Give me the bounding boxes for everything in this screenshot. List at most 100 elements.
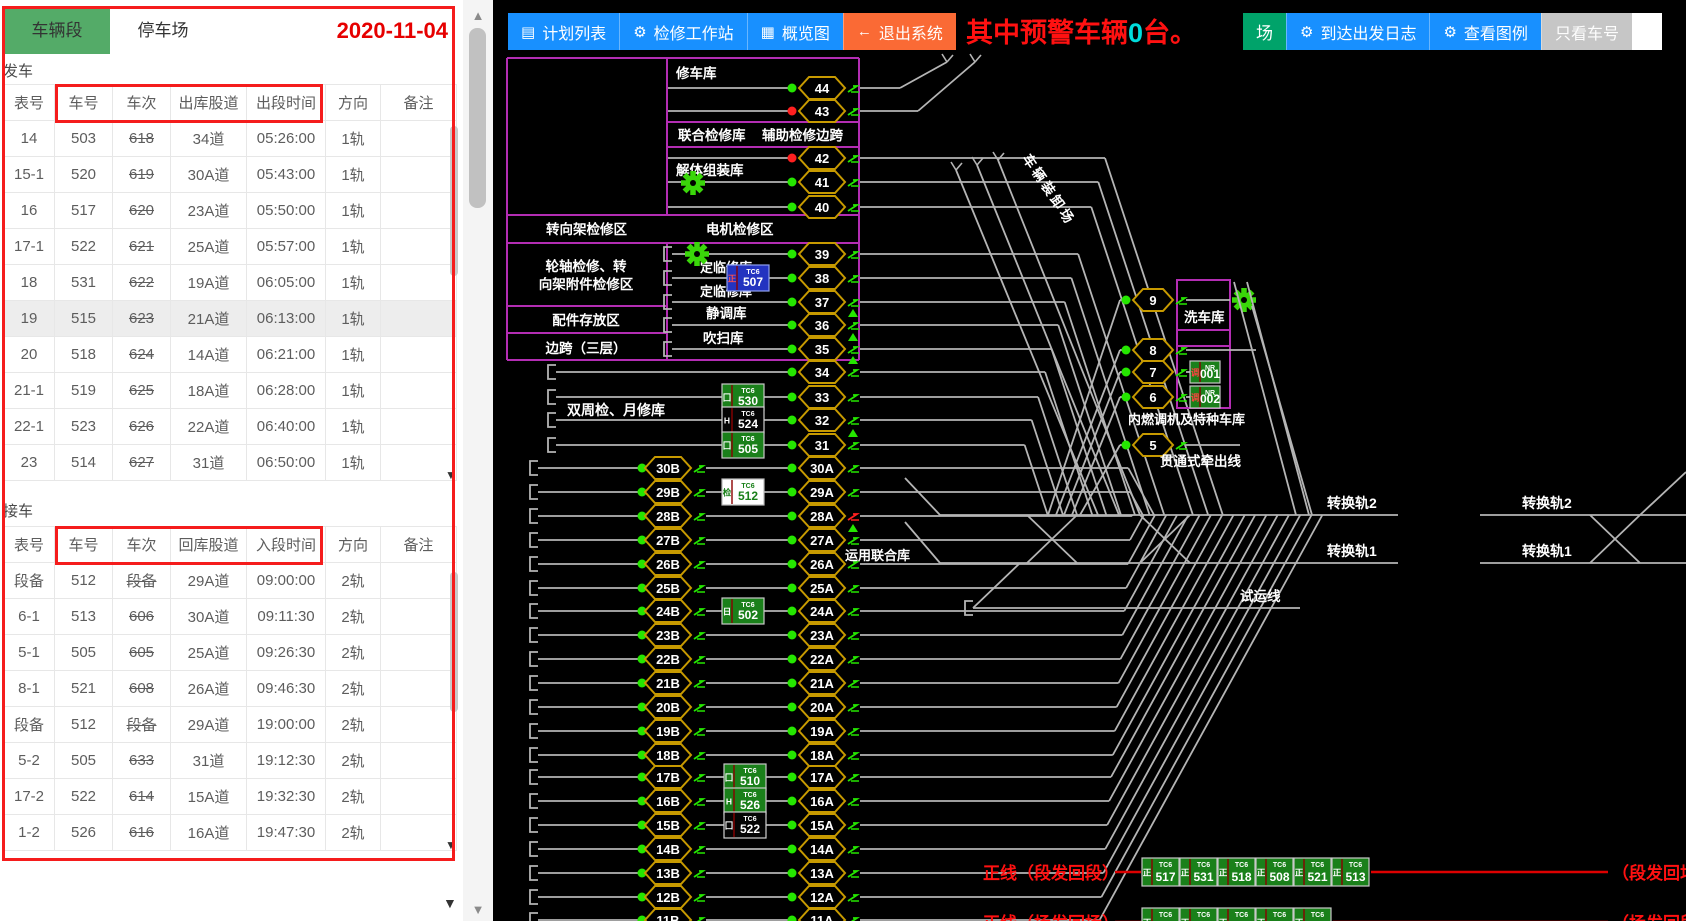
- diagram-label: 轮轴检修、转: [546, 258, 627, 274]
- train-id-521: 521: [1307, 870, 1327, 884]
- table-row[interactable]: 1450361834道05:26:001轨: [4, 121, 457, 157]
- train-id-002: 002: [1200, 392, 1220, 406]
- tab-parking-lot[interactable]: 停车场: [110, 8, 216, 54]
- train-id-518: 518: [1231, 870, 1251, 884]
- exit-system-button[interactable]: ← 退出系统: [843, 13, 956, 50]
- table-row[interactable]: 2051862414A道06:21:001轨: [4, 337, 457, 373]
- table-row[interactable]: 22-152362622A道06:40:001轨: [4, 409, 457, 445]
- table-row[interactable]: 5-250563331道19:12:302轨: [4, 743, 457, 779]
- route-arrow-icon: [848, 180, 857, 186]
- route-arrow-icon: [848, 395, 857, 401]
- scroll-down-icon[interactable]: ▼: [463, 902, 493, 917]
- track-line: [977, 165, 1119, 515]
- yard-button[interactable]: 场: [1243, 13, 1286, 50]
- gear-icon: ⚙: [633, 23, 646, 41]
- table-row[interactable]: 2351462731道06:50:001轨: [4, 445, 457, 481]
- train-id-508: 508: [1269, 870, 1289, 884]
- scroll-up-icon[interactable]: ▲: [463, 8, 493, 23]
- scrollbar-thumb[interactable]: [469, 28, 486, 208]
- green-signal-dot: [788, 655, 797, 664]
- green-signal-dot: [788, 821, 797, 830]
- track-number-12A: 12A: [810, 890, 834, 905]
- train-badge-正: 正: [728, 274, 737, 284]
- track-number-25B: 25B: [656, 581, 680, 596]
- table-row[interactable]: 5-150560525A道09:26:302轨: [4, 635, 457, 671]
- toolbar-right-group: 场 ⚙ 到达出发日志 ⚙ 查看图例 只看车号: [1243, 13, 1662, 50]
- table-row[interactable]: 段备512段备29A道09:00:002轨: [4, 563, 457, 599]
- overview-map-button[interactable]: ▦ 概览图: [747, 13, 843, 50]
- route-arrow-icon: [848, 205, 857, 211]
- only-train-number-indicator[interactable]: [1632, 13, 1662, 50]
- table-row[interactable]: 段备512段备29A道19:00:002轨: [4, 707, 457, 743]
- table-row[interactable]: 17-252261415A道19:32:302轨: [4, 779, 457, 815]
- panel-scroll-down-icon[interactable]: ▼: [443, 895, 457, 911]
- buffer-stop: [530, 652, 538, 666]
- table-row[interactable]: 1651762023A道05:50:001轨: [4, 193, 457, 229]
- table-row[interactable]: 8-152160826A道09:46:302轨: [4, 671, 457, 707]
- vertical-scrollbar[interactable]: ▲ ▼: [463, 0, 493, 921]
- depart-scroll-down-icon[interactable]: ▼: [445, 468, 457, 482]
- buffer-stop: [530, 533, 538, 547]
- route-arrow-icon: [848, 538, 857, 544]
- col-header: 备注: [381, 85, 457, 121]
- green-signal-dot: [788, 845, 797, 854]
- table-row[interactable]: 1853162219A道06:05:001轨: [4, 265, 457, 301]
- track-number-20B: 20B: [656, 700, 680, 715]
- diagram-label: 修车库: [675, 65, 717, 81]
- col-header: 出段时间: [247, 85, 326, 121]
- buffer-stop: [530, 748, 538, 762]
- buffer-stop: [548, 413, 556, 427]
- train-badge-囗: 囗: [723, 393, 732, 403]
- col-header: 车号: [55, 527, 113, 563]
- view-legend-button[interactable]: ⚙ 查看图例: [1429, 13, 1540, 50]
- route-arrow-icon: [848, 847, 857, 853]
- green-signal-dot: [788, 893, 797, 902]
- fork-end: [947, 55, 953, 62]
- route-arrow-icon: [848, 895, 857, 901]
- arrive-scroll-down-icon[interactable]: ▼: [445, 838, 457, 852]
- only-train-number-button[interactable]: 只看车号: [1541, 13, 1632, 50]
- track-number-9: 9: [1149, 293, 1156, 308]
- train-badge-调: 调: [1191, 393, 1200, 403]
- table-row[interactable]: 21-151962518A道06:28:001轨: [4, 373, 457, 409]
- train-id-524: 524: [738, 417, 758, 431]
- table-row[interactable]: 1-252661616A道19:47:302轨: [4, 815, 457, 851]
- table-row[interactable]: 6-151360630A道09:11:302轨: [4, 599, 457, 635]
- buffer-stop: [530, 461, 538, 475]
- green-signal-dot: [788, 773, 797, 782]
- depart-scrollbar-thumb[interactable]: [450, 126, 458, 276]
- plan-list-button[interactable]: ▤ 计划列表: [508, 13, 619, 50]
- track-number-30B: 30B: [656, 461, 680, 476]
- table-row[interactable]: 1951562321A道06:13:001轨: [4, 301, 457, 337]
- green-signal-dot: [1122, 441, 1131, 450]
- green-signal-dot: [788, 679, 797, 688]
- route-arrow-icon: [694, 514, 703, 520]
- table-row[interactable]: 15-152061930A道05:43:001轨: [4, 157, 457, 193]
- track-number-33: 33: [815, 390, 829, 405]
- track-line: [1101, 515, 1311, 897]
- track-number-38: 38: [815, 271, 829, 286]
- route-arrow-icon: [848, 609, 857, 615]
- route-arrow-icon: [694, 609, 703, 615]
- track-line: [918, 62, 975, 111]
- green-signal-dot: [788, 393, 797, 402]
- col-header: 方向: [326, 527, 381, 563]
- maintenance-workstation-button[interactable]: ⚙ 检修工作站: [619, 13, 746, 50]
- arrival-departure-log-button[interactable]: ⚙ 到达出发日志: [1286, 13, 1429, 50]
- route-arrow-icon: [694, 490, 703, 496]
- tab-depot[interactable]: 车辆段: [4, 8, 110, 54]
- track-number-12B: 12B: [656, 890, 680, 905]
- track-number-11A: 11A: [810, 913, 834, 921]
- buffer-stop: [965, 601, 973, 615]
- train-badge-正: 正: [1257, 918, 1266, 921]
- route-arrow-icon: [694, 538, 703, 544]
- track-line: [1234, 282, 1296, 515]
- table-row[interactable]: 17-152262125A道05:57:001轨: [4, 229, 457, 265]
- diagram-label: 转换轨2: [1327, 495, 1377, 511]
- col-header: 入段时间: [247, 527, 326, 563]
- red-signal-dot: [788, 107, 797, 116]
- route-arrow-icon: [848, 347, 857, 353]
- arrive-scrollbar-thumb[interactable]: [450, 572, 458, 712]
- track-line: [1126, 515, 1166, 588]
- track-number-13A: 13A: [810, 866, 834, 881]
